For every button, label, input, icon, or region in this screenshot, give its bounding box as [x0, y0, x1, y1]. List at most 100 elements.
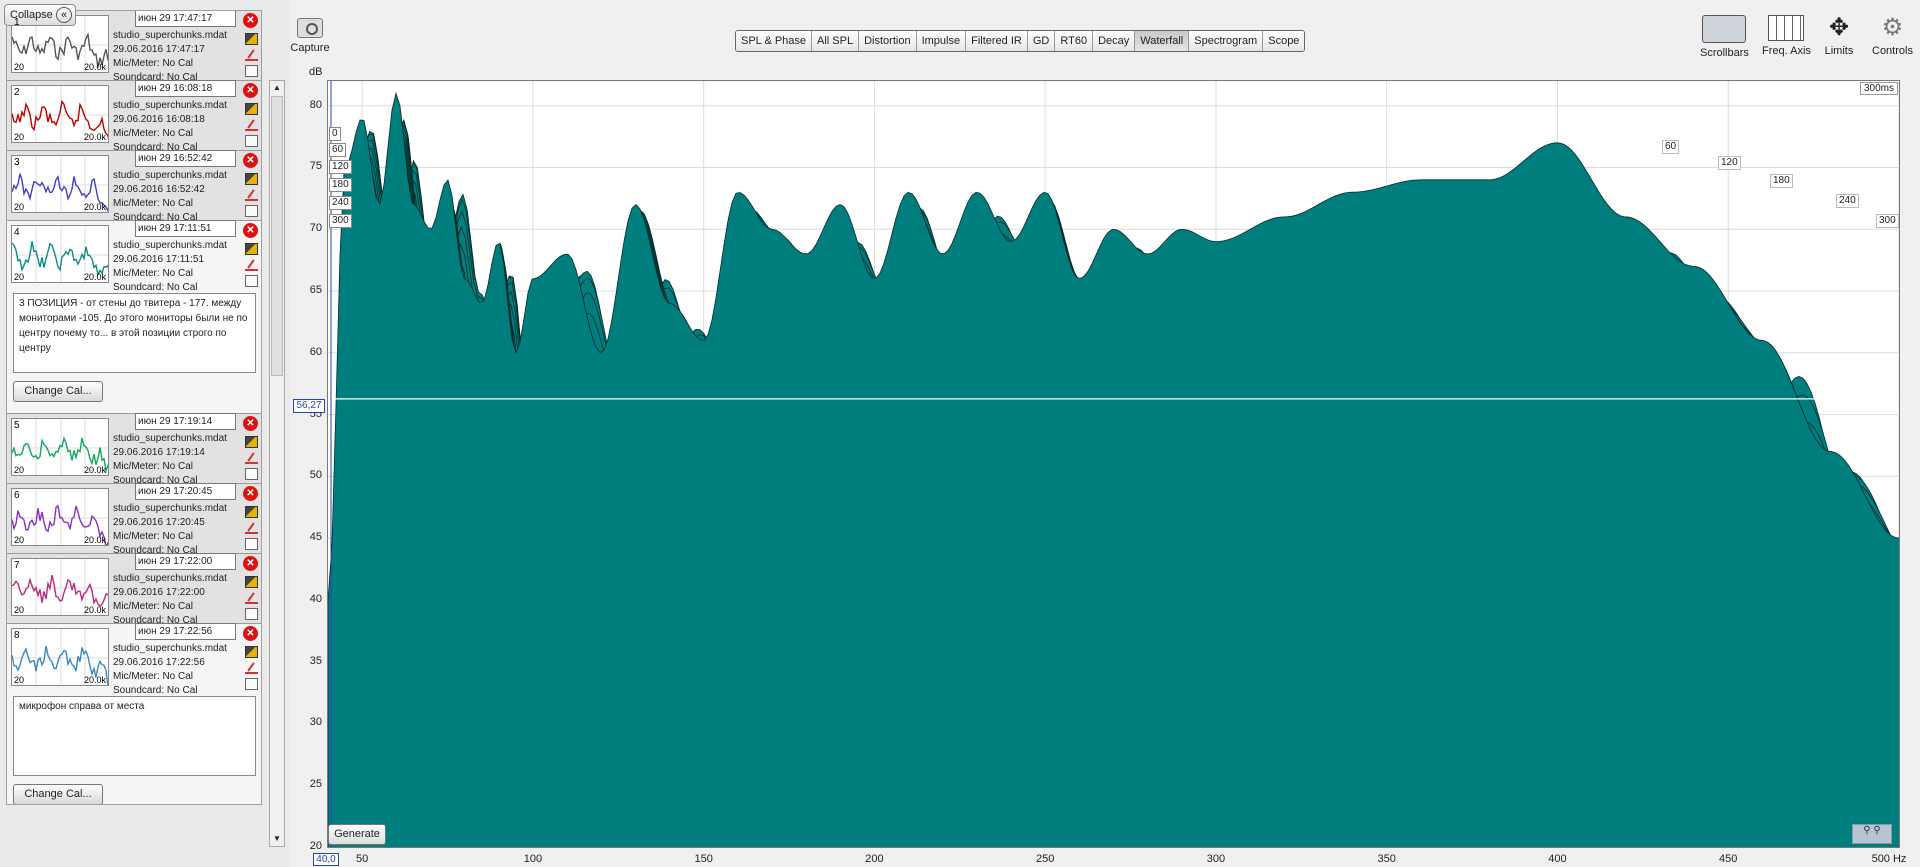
measurement-info: studio_superchunks.mdat 29.06.2016 17:20:…: [113, 502, 237, 558]
change-cal-button[interactable]: Change Cal...: [13, 784, 103, 804]
zoom-control[interactable]: ⚲ ⚲: [1852, 824, 1892, 844]
change-cal-button[interactable]: Change Cal...: [13, 381, 103, 402]
calibration-icon[interactable]: [245, 33, 258, 45]
tab-spectrogram[interactable]: Spectrogram: [1189, 31, 1264, 51]
double-chevron-left-icon: «: [56, 7, 72, 23]
measurement-item[interactable]: 6 20 20.0k июн 29 17:20:45 ✕ studio_superchun…: [7, 483, 261, 556]
tab-impulse[interactable]: Impulse: [916, 31, 967, 51]
delete-measurement-icon[interactable]: ✕: [243, 556, 258, 571]
measurement-thumbnail[interactable]: 6 20 20.0k: [11, 488, 109, 546]
delete-measurement-icon[interactable]: ✕: [243, 223, 258, 238]
mic-cal-icon[interactable]: [245, 259, 258, 271]
mic-cal-icon[interactable]: [245, 662, 258, 674]
tab-gd[interactable]: GD: [1027, 31, 1056, 51]
soundcard-cal-icon[interactable]: [245, 678, 258, 690]
measurement-item[interactable]: 8 20 20.0k июн 29 17:22:56 ✕ studio_superchun…: [7, 623, 261, 804]
measurement-thumbnail[interactable]: 7 20 20.0k: [11, 558, 109, 616]
soundcard-cal-icon[interactable]: [245, 65, 258, 77]
time-label-left: 300: [329, 214, 352, 228]
tab-distortion[interactable]: Distortion: [859, 31, 917, 51]
measurement-index: 4: [14, 227, 20, 238]
measurement-file: studio_superchunks.mdat: [113, 170, 227, 181]
measurement-name-field[interactable]: июн 29 16:08:18: [135, 80, 236, 97]
thumb-freq-high: 20.0k: [83, 465, 106, 475]
measurement-item[interactable]: 7 20 20.0k июн 29 17:22:00 ✕ studio_superchun…: [7, 553, 261, 626]
scrollbar-thumb[interactable]: [271, 96, 283, 376]
calibration-icon[interactable]: [245, 576, 258, 588]
soundcard-cal-icon[interactable]: [245, 608, 258, 620]
mic-cal-icon[interactable]: [245, 592, 258, 604]
scroll-down-icon[interactable]: ▼: [270, 832, 284, 846]
measurement-thumbnail[interactable]: 8 20 20.0k: [11, 628, 109, 686]
delete-measurement-icon[interactable]: ✕: [243, 626, 258, 641]
measurement-date: 29.06.2016 16:08:18: [113, 114, 205, 125]
thumb-freq-low: 20: [14, 202, 25, 212]
waterfall-plot[interactable]: [327, 80, 1900, 848]
tab-decay[interactable]: Decay: [1093, 31, 1136, 51]
measurement-name-field[interactable]: июн 29 17:22:00: [135, 553, 236, 570]
delete-measurement-icon[interactable]: ✕: [243, 153, 258, 168]
tab-all-spl[interactable]: All SPL: [812, 31, 860, 51]
measurement-name-field[interactable]: июн 29 17:22:56: [135, 623, 236, 640]
soundcard-cal-icon[interactable]: [245, 275, 258, 287]
measurement-name-field[interactable]: июн 29 16:52:42: [135, 150, 236, 167]
y-tick-label: 35: [309, 654, 322, 667]
measurement-notes[interactable]: микрофон справа от места: [13, 696, 256, 776]
delete-measurement-icon[interactable]: ✕: [243, 416, 258, 431]
thumb-freq-high: 20.0k: [83, 272, 106, 282]
capture-button[interactable]: Capture: [290, 18, 330, 54]
tab-filtered-ir[interactable]: Filtered IR: [966, 31, 1028, 51]
soundcard-cal-icon[interactable]: [245, 468, 258, 480]
scroll-up-icon[interactable]: ▲: [270, 81, 284, 95]
calibration-icon[interactable]: [245, 173, 258, 185]
calibration-icon[interactable]: [245, 436, 258, 448]
measurement-info: studio_superchunks.mdat 29.06.2016 17:22:…: [113, 572, 237, 628]
measurement-item[interactable]: 2 20 20.0k июн 29 16:08:18 ✕ studio_superchun…: [7, 80, 261, 153]
delete-measurement-icon[interactable]: ✕: [243, 83, 258, 98]
freq-axis-button[interactable]: Freq. Axis: [1762, 15, 1811, 57]
measurement-thumbnail[interactable]: 2 20 20.0k: [11, 85, 109, 143]
measurement-index: 5: [14, 420, 20, 431]
time-span-label: 300ms: [1860, 82, 1899, 95]
calibration-icon[interactable]: [245, 506, 258, 518]
measurement-index: 1: [14, 17, 20, 28]
tab-waterfall[interactable]: Waterfall: [1135, 31, 1190, 51]
measurement-thumbnail[interactable]: 3 20 20.0k: [11, 155, 109, 213]
mic-cal-icon[interactable]: [245, 189, 258, 201]
controls-button[interactable]: ⚙ Controls: [1872, 15, 1913, 58]
measurement-item[interactable]: 3 20 20.0k июн 29 16:52:42 ✕ studio_superchun…: [7, 150, 261, 223]
measurement-item[interactable]: 4 20 20.0k июн 29 17:11:51 ✕ studio_superchun…: [7, 220, 261, 414]
tab-rt60[interactable]: RT60: [1055, 31, 1094, 51]
calibration-icon[interactable]: [245, 103, 258, 115]
measurement-name-field[interactable]: июн 29 17:19:14: [135, 413, 236, 430]
measurement-thumbnail[interactable]: 4 20 20.0k: [11, 225, 109, 283]
thumb-freq-high: 20.0k: [83, 132, 106, 142]
mic-cal-icon[interactable]: [245, 522, 258, 534]
delete-measurement-icon[interactable]: ✕: [243, 13, 258, 28]
measurement-name-field[interactable]: июн 29 17:20:45: [135, 483, 236, 500]
mic-cal-icon[interactable]: [245, 119, 258, 131]
soundcard-cal-icon[interactable]: [245, 538, 258, 550]
measurement-info: studio_superchunks.mdat 29.06.2016 17:22:…: [113, 642, 237, 698]
tab-scope[interactable]: Scope: [1263, 31, 1305, 51]
mic-cal-icon[interactable]: [245, 49, 258, 61]
tab-spl-phase[interactable]: SPL & Phase: [736, 31, 813, 51]
soundcard-cal-icon[interactable]: [245, 205, 258, 217]
generate-button[interactable]: Generate: [328, 824, 386, 845]
limits-button[interactable]: ✥ Limits: [1822, 15, 1856, 58]
measurement-name-field[interactable]: июн 29 17:11:51: [135, 220, 236, 237]
calibration-icon[interactable]: [245, 243, 258, 255]
time-label-left: 120: [329, 160, 352, 174]
time-label-right: 120: [1718, 156, 1741, 170]
measurement-name-field[interactable]: июн 29 17:47:17: [135, 11, 236, 27]
mic-cal-icon[interactable]: [245, 452, 258, 464]
measurement-thumbnail[interactable]: 5 20 20.0k: [11, 418, 109, 476]
sidebar-scrollbar[interactable]: ▲ ▼: [269, 80, 285, 847]
soundcard-cal-icon[interactable]: [245, 135, 258, 147]
measurement-item[interactable]: 5 20 20.0k июн 29 17:19:14 ✕ studio_superchun…: [7, 413, 261, 486]
measurement-notes[interactable]: 3 ПОЗИЦИЯ - от стены до твитера - 177. м…: [13, 293, 256, 373]
delete-measurement-icon[interactable]: ✕: [243, 486, 258, 501]
x-tick-label: 400: [1548, 853, 1567, 865]
calibration-icon[interactable]: [245, 646, 258, 658]
scrollbars-button[interactable]: Scrollbars: [1700, 15, 1749, 59]
